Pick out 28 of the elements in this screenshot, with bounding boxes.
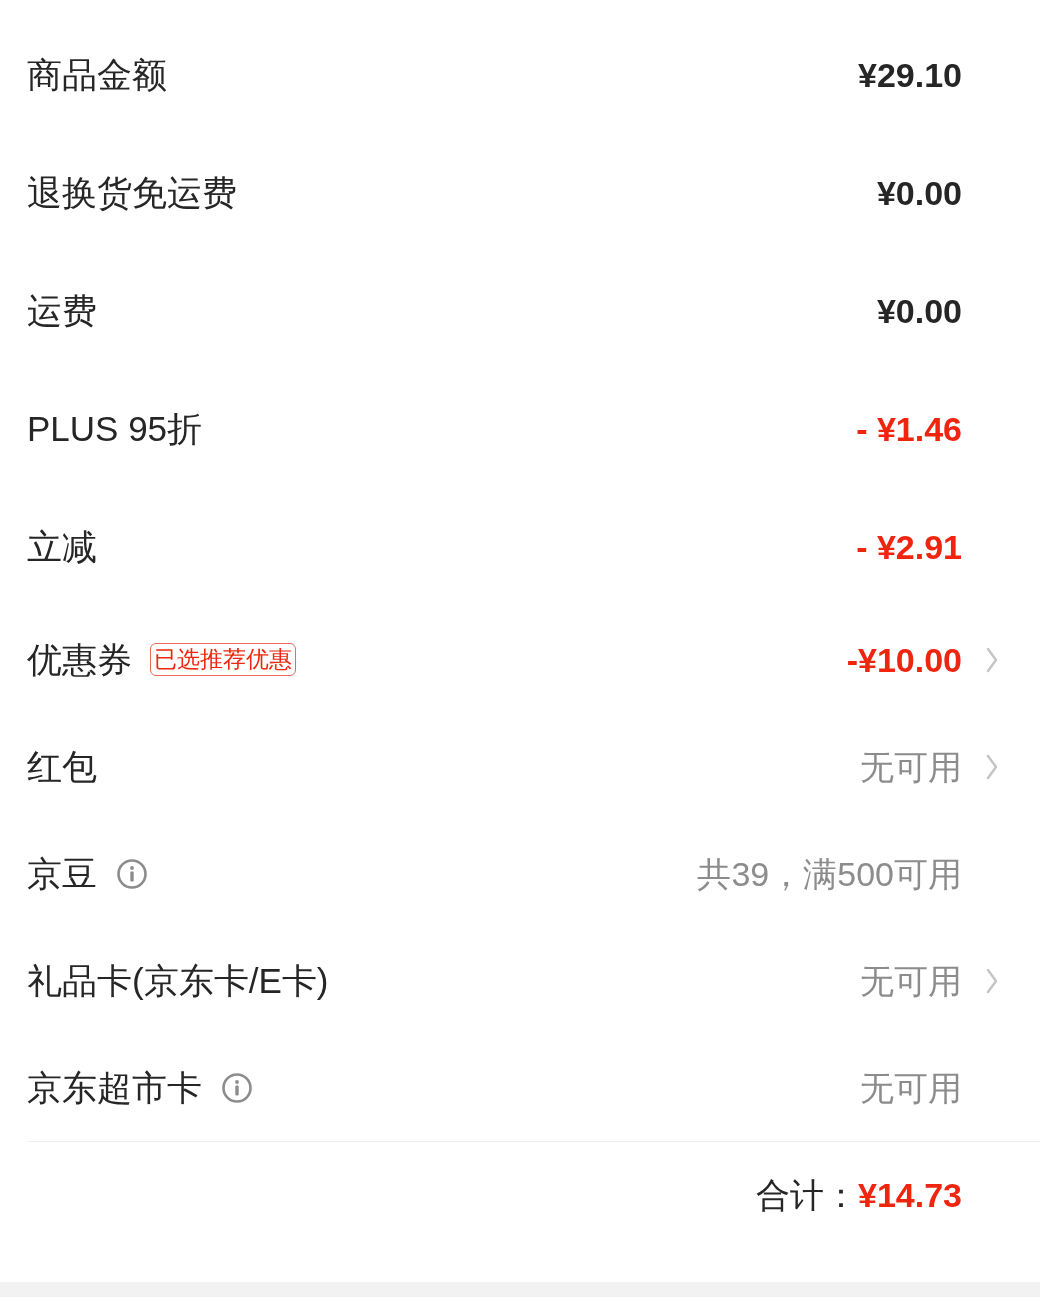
row-label: 优惠券	[27, 638, 132, 681]
row-value: ¥0.00	[876, 291, 962, 332]
row-label: 京东超市卡	[27, 1066, 202, 1109]
row-label: 礼品卡(京东卡/E卡)	[27, 959, 329, 1002]
row-label: 商品金额	[27, 54, 167, 96]
row-value: ¥29.10	[858, 55, 962, 96]
row-value: -¥10.00	[846, 639, 962, 681]
info-icon[interactable]	[117, 858, 147, 889]
chevron-right-icon[interactable]	[986, 967, 998, 994]
row-value: - ¥2.91	[856, 527, 962, 568]
row-value: 无可用	[860, 746, 962, 788]
row-value: 无可用	[860, 960, 962, 1002]
row-value: ¥0.00	[876, 173, 962, 214]
row-label: 立减	[27, 526, 97, 568]
row-value: 无可用	[860, 1067, 962, 1109]
row-label: 运费	[27, 290, 97, 332]
row-label: 京豆	[27, 852, 97, 895]
row-label: PLUS 95折	[27, 408, 203, 450]
row-label: 退换货免运费	[27, 172, 237, 214]
row-value: - ¥1.46	[856, 409, 962, 450]
row-value: 共39，满500可用	[697, 853, 962, 895]
info-icon[interactable]	[222, 1072, 252, 1103]
recommended-offer-tag: 已选推荐优惠	[150, 643, 296, 676]
chevron-right-icon[interactable]	[986, 646, 998, 673]
total-label: 合计：	[756, 1175, 858, 1216]
total-value: ¥14.73	[858, 1175, 962, 1216]
row-label: 红包	[27, 745, 97, 788]
chevron-right-icon[interactable]	[986, 753, 998, 780]
